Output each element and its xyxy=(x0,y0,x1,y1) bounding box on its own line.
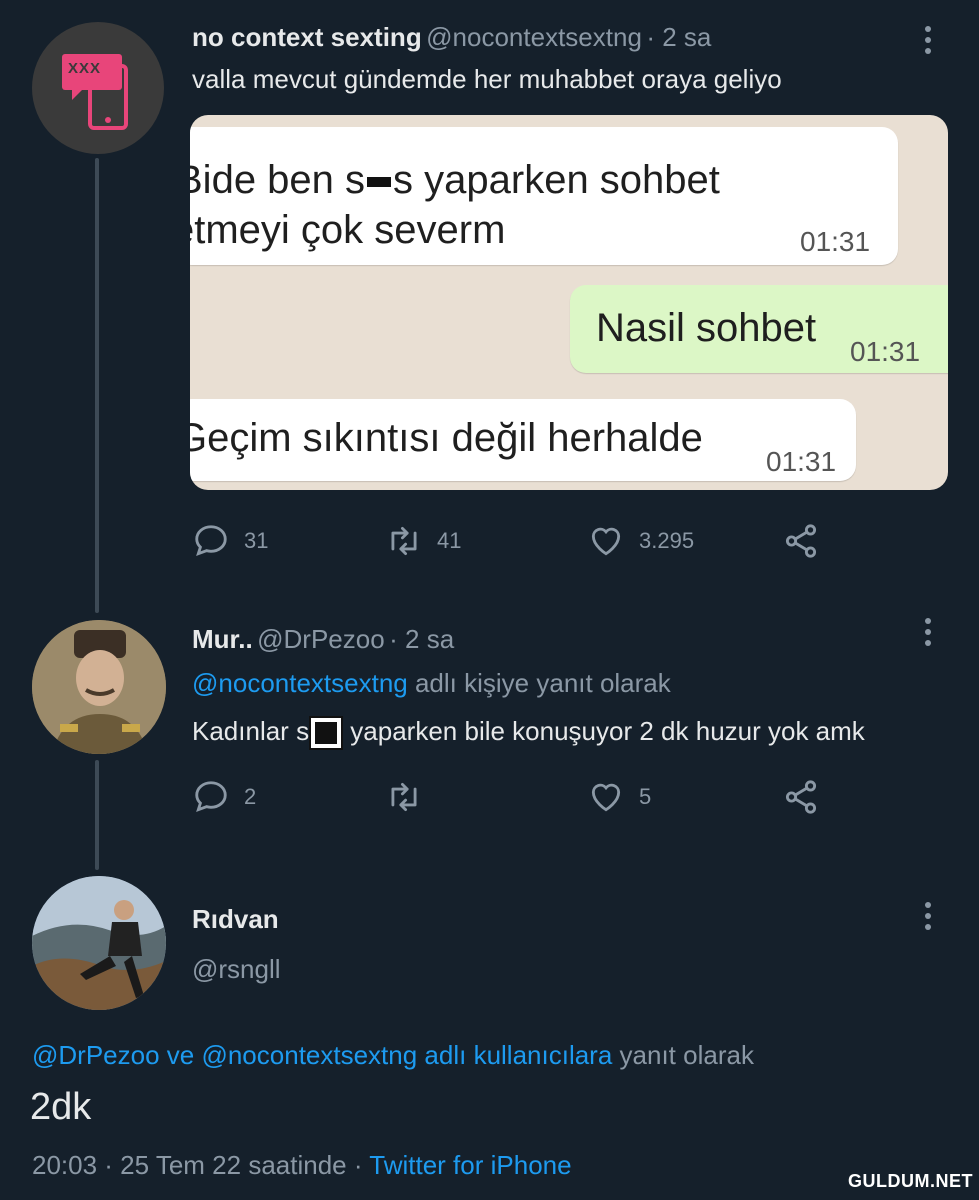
author-handle[interactable]: @DrPezoo xyxy=(257,624,385,654)
author-name[interactable]: Mur.. xyxy=(192,624,253,654)
tweet-text: 2dk xyxy=(30,1086,92,1128)
like-count: 3.295 xyxy=(639,528,695,553)
heart-icon xyxy=(591,783,621,812)
tweet-text-part2: yaparken bile konuşuyor 2 dk huzur yok a… xyxy=(343,716,865,746)
more-options-icon[interactable] xyxy=(923,26,933,54)
chat-msg2-time: 01:31 xyxy=(850,336,921,367)
tweet-timestamp[interactable]: 20:03 · 25 Tem 22 saatinde · xyxy=(32,1150,369,1180)
avatar[interactable] xyxy=(32,876,166,1010)
author-handle[interactable]: @rsngll xyxy=(192,954,281,985)
author-handle[interactable]: @nocontextsextng xyxy=(426,22,642,52)
chat-msg2: Nasil sohbet xyxy=(596,306,817,350)
chat-msg1-part2: s yaparken sohbet xyxy=(393,158,720,202)
like-count: 5 xyxy=(639,784,652,809)
person-photo-icon xyxy=(32,620,166,754)
tweet-time: · 2 sa xyxy=(646,22,712,52)
chat-msg3: Geçim sıkıntısı değil herhalde xyxy=(190,416,703,460)
like-button[interactable]: 5 xyxy=(587,778,651,816)
chat-bubble-incoming: Bide ben s s yaparken sohbet etmeyi çok s… xyxy=(190,127,898,265)
reply-to-links[interactable]: @DrPezoo ve @nocontextsextng adlı kullan… xyxy=(32,1040,612,1070)
retweet-icon xyxy=(391,526,417,556)
avatar[interactable] xyxy=(32,620,166,754)
avatar-label: XXX xyxy=(68,60,102,77)
reply-icon xyxy=(195,781,227,813)
share-button[interactable] xyxy=(782,778,820,816)
chat-bubble-incoming: Geçim sıkıntısı değil herhalde 01:31 xyxy=(190,399,856,481)
tweet-text: valla mevcut gündemde her muhabbet oraya… xyxy=(192,64,782,94)
share-icon xyxy=(785,780,817,814)
retweet-count: 41 xyxy=(437,528,462,553)
more-options-icon[interactable] xyxy=(923,618,933,646)
retweet-icon xyxy=(391,782,417,812)
author-name[interactable]: no context sexting xyxy=(192,22,422,52)
share-icon xyxy=(785,524,817,558)
reply-count: 31 xyxy=(244,528,269,553)
reply-button[interactable]: 2 xyxy=(192,778,256,816)
chat-bubble-outgoing: Nasil sohbet 01:31 xyxy=(570,285,948,373)
person-photo-icon xyxy=(32,876,166,1010)
chat-msg1-line2: etmeyi çok severm xyxy=(190,208,506,252)
chat-msg1-part1: Bide ben s xyxy=(190,158,366,202)
reply-button[interactable]: 31 xyxy=(192,522,268,560)
reply-icon xyxy=(195,525,227,557)
share-button[interactable] xyxy=(782,522,820,560)
retweet-button[interactable]: 41 xyxy=(385,522,461,560)
chat-msg1-time: 01:31 xyxy=(800,226,871,257)
retweet-button[interactable] xyxy=(385,778,437,816)
thread-line-1 xyxy=(95,158,99,613)
phone-xxx-icon xyxy=(62,54,128,130)
thread-line-2 xyxy=(95,760,99,870)
chat-msg3-time: 01:31 xyxy=(766,446,837,477)
reply-to-text: adlı kişiye yanıt olarak xyxy=(407,668,671,698)
like-button[interactable]: 3.295 xyxy=(587,522,694,560)
reply-to-link[interactable]: @nocontextsextng xyxy=(192,668,408,698)
avatar[interactable]: XXX xyxy=(32,22,164,154)
more-options-icon[interactable] xyxy=(923,902,933,930)
reply-to-text: yanıt olarak xyxy=(612,1040,754,1070)
reply-count: 2 xyxy=(244,784,257,809)
censor-mark xyxy=(311,718,342,749)
watermark: GULDUM.NET xyxy=(848,1171,973,1191)
tweet-source-link[interactable]: Twitter for iPhone xyxy=(369,1150,571,1180)
tweet-time: · 2 sa xyxy=(389,624,455,654)
author-name[interactable]: Rıdvan xyxy=(192,904,279,935)
tweet-text-part1: Kadınlar s xyxy=(192,716,310,746)
censor-mark xyxy=(367,177,392,188)
heart-icon xyxy=(591,527,621,556)
tweet-media-image[interactable]: Bide ben s s yaparken sohbet etmeyi çok s… xyxy=(190,115,948,490)
